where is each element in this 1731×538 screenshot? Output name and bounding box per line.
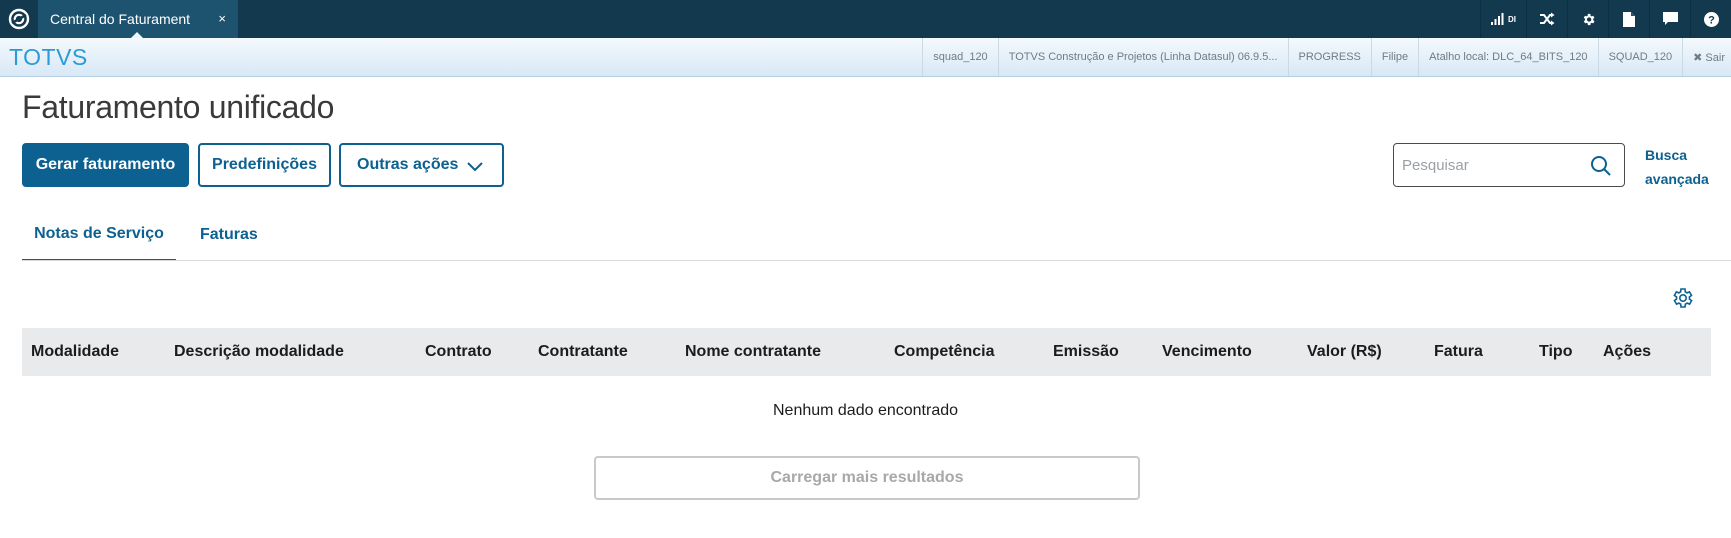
column-header-nome-contratante[interactable]: Nome contratante [685, 328, 821, 376]
shuffle-icon[interactable] [1526, 0, 1567, 38]
session-info-items: squad_120 TOTVS Construção e Projetos (L… [922, 38, 1731, 76]
info-user: Filipe [1370, 38, 1418, 76]
top-navigation-bar: Central do Faturament × DI ? [0, 0, 1731, 38]
tab-notas-de-servico[interactable]: Notas de Serviço [22, 209, 176, 261]
advanced-search-line1: Busca [1645, 147, 1688, 163]
column-header-acoes: Ações [1603, 343, 1652, 360]
column-header-valor[interactable]: Valor (R$) [1307, 328, 1382, 376]
info-product: TOTVS Construção e Projetos (Linha Datas… [997, 38, 1288, 76]
app-tab-label: Central do Faturament [50, 11, 191, 27]
search-input[interactable] [1402, 154, 1582, 176]
signal-strength-icon[interactable]: DI [1480, 0, 1526, 38]
column-header-tipo[interactable]: Tipo [1539, 328, 1572, 376]
page-title: Faturamento unificado [22, 89, 335, 125]
column-header-contrato[interactable]: Contrato [425, 328, 492, 376]
help-icon[interactable]: ? [1690, 0, 1731, 38]
signal-label: DI [1508, 14, 1516, 24]
info-squad: squad_120 [922, 38, 997, 76]
search-icon[interactable] [1590, 155, 1612, 177]
logout-button[interactable]: ✖ Sair [1682, 38, 1731, 76]
other-actions-label: Outras ações [357, 156, 459, 173]
chevron-down-icon [467, 162, 483, 172]
session-info-bar: TOTVS squad_120 TOTVS Construção e Proje… [0, 38, 1731, 77]
column-header-vencimento[interactable]: Vencimento [1162, 328, 1252, 376]
empty-table-message: Nenhum dado encontrado [772, 402, 959, 419]
column-header-contratante[interactable]: Contratante [538, 328, 628, 376]
totvs-logo-icon[interactable] [0, 0, 38, 38]
gear-icon[interactable] [1567, 0, 1608, 38]
search-field[interactable] [1393, 143, 1625, 187]
column-header-descricao-modalidade[interactable]: Descrição modalidade [174, 328, 344, 376]
close-icon[interactable]: × [218, 11, 226, 26]
generate-billing-button[interactable]: Gerar faturamento [22, 143, 189, 187]
top-toolbar-icons: DI ? [1480, 0, 1731, 38]
column-header-emissao[interactable]: Emissão [1053, 328, 1119, 376]
table-settings-gear-icon[interactable] [1670, 286, 1694, 310]
tabs-divider [22, 260, 1731, 261]
load-more-button[interactable]: Carregar mais resultados [594, 456, 1140, 500]
advanced-search-line2: avançada [1645, 171, 1709, 187]
content-tabs: Notas de Serviço Faturas [22, 209, 258, 261]
column-header-fatura[interactable]: Fatura [1434, 328, 1483, 376]
info-company: SQUAD_120 [1597, 38, 1683, 76]
column-header-modalidade[interactable]: Modalidade [31, 328, 119, 376]
chat-icon[interactable] [1649, 0, 1690, 38]
other-actions-dropdown[interactable]: Outras ações [339, 143, 504, 187]
column-header-competencia[interactable]: Competência [894, 328, 994, 376]
svg-text:?: ? [1708, 14, 1715, 26]
tab-faturas[interactable]: Faturas [176, 209, 258, 261]
document-icon[interactable] [1608, 0, 1649, 38]
info-database: PROGRESS [1287, 38, 1371, 76]
info-shortcut: Atalho local: DLC_64_BITS_120 [1418, 38, 1597, 76]
presets-button[interactable]: Predefinições [198, 143, 331, 187]
advanced-search-link[interactable]: Busca avançada [1645, 143, 1725, 191]
table-header: Modalidade Descrição modalidade Contrato… [22, 328, 1711, 376]
totvs-brand: TOTVS [9, 44, 88, 70]
